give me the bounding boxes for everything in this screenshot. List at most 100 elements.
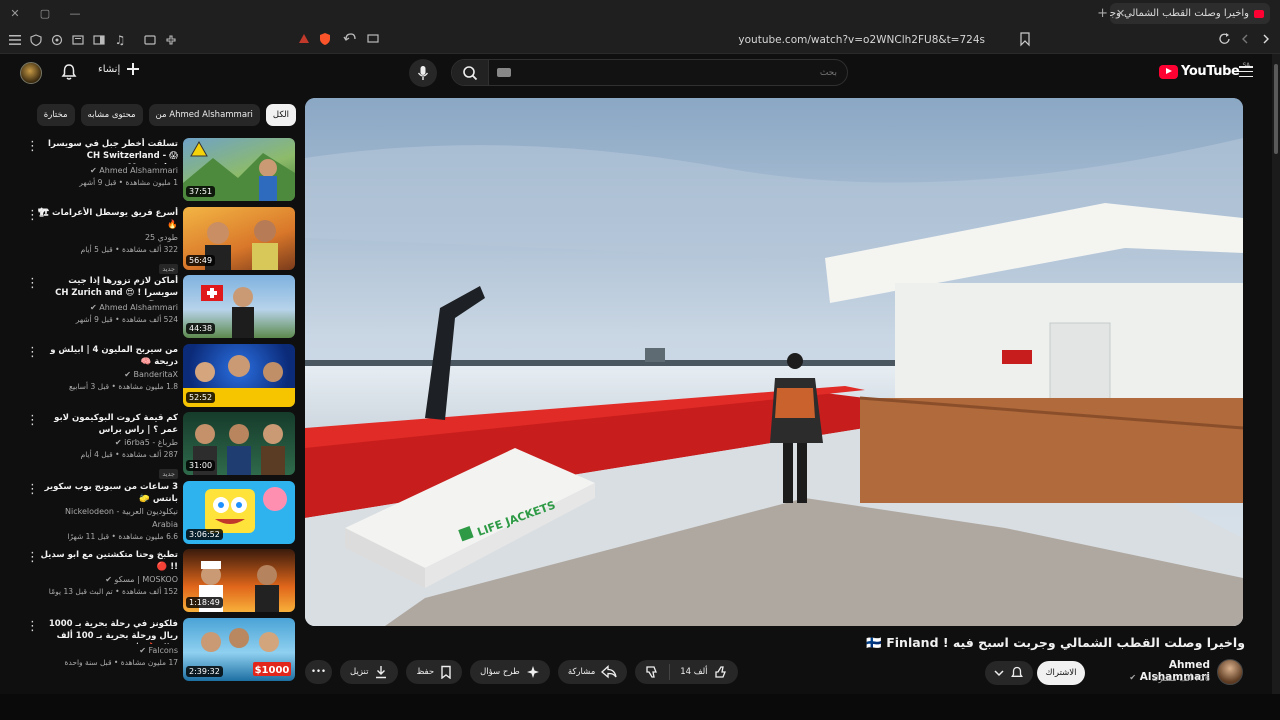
extensions-icon[interactable]: [161, 30, 181, 50]
scrollbar-thumb[interactable]: [1274, 64, 1278, 154]
reload-icon[interactable]: [1218, 31, 1232, 51]
cast-icon[interactable]: [366, 31, 380, 51]
notifications-bell-icon[interactable]: [60, 63, 78, 81]
channel-name[interactable]: Falcons: [148, 646, 178, 655]
ask-button[interactable]: طرح سؤال: [470, 660, 550, 684]
new-tab-button[interactable]: +: [1097, 6, 1108, 21]
create-button[interactable]: إنشاء: [98, 62, 140, 76]
subscribe-button[interactable]: الاشتراك: [1037, 661, 1085, 685]
video-title[interactable]: 3 ساعات من سبونج بوب سكوير بانتس 🧽: [38, 481, 178, 505]
more-options-icon[interactable]: ⋮: [26, 277, 39, 290]
chip-related[interactable]: محتوى مشابه: [80, 104, 143, 126]
tab-close-icon[interactable]: ✕: [1116, 7, 1125, 20]
logo-text: YouTube: [1181, 64, 1240, 79]
close-window-icon[interactable]: ✕: [0, 7, 30, 20]
channel-avatar[interactable]: [1217, 659, 1243, 685]
recommendations-list: ⋮ تسلقت أخطر جبل في سويسرا 😱 - CH Switze…: [20, 138, 296, 686]
channel-name[interactable]: نيكلوديون العربية - Nickelodeon Arabia: [65, 507, 178, 529]
settings-icon[interactable]: [47, 30, 67, 50]
channel-name[interactable]: طودي 25: [145, 233, 178, 242]
screenshot-icon[interactable]: [140, 30, 160, 50]
video-title[interactable]: كم قيمة كروت البوكيمون لابو عمر ؟ | راس …: [38, 412, 178, 436]
list-item[interactable]: ⋮ أماكن لازم تزورها إذا جيت سويسرا ! 😍 C…: [20, 275, 296, 344]
shield-icon[interactable]: [26, 30, 46, 50]
video-title[interactable]: من سيربح المليون 4 | ابيلش و دريحة 🧠: [38, 344, 178, 368]
search-bar[interactable]: [451, 59, 848, 86]
search-input[interactable]: [511, 67, 847, 78]
more-actions-button[interactable]: •••: [305, 660, 333, 684]
chip-from-channel[interactable]: من Ahmed Alshammari: [148, 104, 260, 126]
back-icon[interactable]: [1240, 31, 1250, 51]
list-item[interactable]: ⋮ كم قيمة كروت البوكيمون لابو عمر ؟ | را…: [20, 412, 296, 481]
brave-shield-icon[interactable]: [318, 31, 332, 51]
page-scrollbar[interactable]: [1272, 54, 1280, 694]
video-title[interactable]: تطبخ وحنا متكشتين مع ابو سديل !! 🔴: [38, 549, 178, 573]
search-button[interactable]: [452, 60, 489, 85]
more-options-icon[interactable]: ⋮: [26, 414, 39, 427]
chip-recommended[interactable]: مختارة: [36, 104, 75, 126]
verified-icon: ✔: [105, 575, 112, 584]
channel-name[interactable]: طرباغ - i6rba5: [124, 438, 178, 447]
video-title[interactable]: أسرع فريق يوسطل الأعرامات 🏗 🔥: [38, 207, 178, 231]
sidebar-icon[interactable]: [89, 30, 109, 50]
chip-all[interactable]: الكل: [265, 104, 296, 126]
video-title[interactable]: تسلقت أخطر جبل في سويسرا 😱 - CH Switzerl…: [38, 138, 178, 164]
undo-icon[interactable]: [343, 31, 357, 51]
more-options-icon[interactable]: ⋮: [26, 140, 39, 153]
list-item[interactable]: ⋮ فلكونز في رحلة بحرية بـ 1000 ريال ورحل…: [20, 617, 296, 687]
browser-tab-active[interactable]: ✕ واخيرا وصلت القطب الشمالي وجربت: [1110, 3, 1270, 24]
thumbs-down-icon: [646, 666, 658, 678]
more-options-icon[interactable]: ⋮: [26, 209, 39, 222]
svg-text:$1000: $1000: [255, 665, 290, 676]
share-button[interactable]: مشاركة: [557, 660, 628, 684]
video-actions: ••• تنزيل حفظ طرح سؤال مشاركة 14 ألف: [305, 660, 738, 684]
save-button[interactable]: حفظ: [406, 660, 463, 684]
video-title[interactable]: فلكونز في رحلة بحرية بـ 1000 ريال ورحلة …: [38, 618, 178, 644]
verified-icon: ✔: [124, 369, 131, 379]
video-player[interactable]: LIFE JACKETS: [305, 98, 1243, 626]
video-stats: 1.8 مليون مشاهدة • قبل 3 أسابيع: [69, 381, 178, 391]
list-item[interactable]: ⋮ تسلقت أخطر جبل في سويسرا 😱 - CH Switze…: [20, 138, 296, 207]
reader-icon[interactable]: [68, 30, 88, 50]
dislike-button[interactable]: [635, 665, 669, 679]
bookmark-icon[interactable]: [1019, 31, 1031, 51]
more-options-icon[interactable]: ⋮: [26, 620, 39, 633]
keyboard-icon[interactable]: [497, 68, 511, 77]
forward-icon[interactable]: [1261, 31, 1271, 51]
youtube-logo[interactable]: YouTube SA: [1159, 62, 1250, 79]
address-bar[interactable]: youtube.com/watch?v=o2WNClh2FU8&t=724s: [620, 34, 985, 46]
bottom-bar: [0, 694, 1280, 720]
voice-search-button[interactable]: [409, 59, 437, 87]
more-options-icon[interactable]: ⋮: [26, 346, 39, 359]
menu-icon[interactable]: [5, 30, 25, 50]
like-button[interactable]: 14 ألف: [669, 664, 737, 680]
share-label: مشاركة: [567, 667, 596, 677]
verified-icon: ✔: [139, 645, 146, 655]
plus-icon: [127, 63, 140, 75]
channel-name[interactable]: MOSKOO | مسكو: [115, 575, 178, 584]
guide-menu-icon[interactable]: [1239, 66, 1253, 78]
video-frame: LIFE JACKETS: [305, 98, 1243, 626]
channel-name[interactable]: Ahmed Alshammari: [99, 166, 178, 175]
video-title[interactable]: أماكن لازم تزورها إذا جيت سويسرا ! 😍 CH …: [38, 275, 178, 301]
video-stats: 524 ألف مشاهدة • قبل 9 أشهر: [75, 315, 178, 324]
notification-settings-button[interactable]: [985, 661, 1033, 685]
list-item[interactable]: ⋮ تطبخ وحنا متكشتين مع ابو سديل !! 🔴 MOS…: [20, 549, 296, 618]
maximize-window-icon[interactable]: ▢: [30, 7, 60, 20]
channel-name[interactable]: BanderitaX: [134, 370, 179, 379]
browser-titlebar: ✕ ▢ — + ✕ واخيرا وصلت القطب الشمالي وجرب…: [0, 0, 1280, 27]
account-avatar[interactable]: [20, 62, 42, 84]
verified-icon: ✔: [90, 303, 97, 312]
vpn-icon[interactable]: [298, 31, 310, 51]
channel-name[interactable]: Ahmed Alshammari: [99, 303, 178, 312]
duration-badge: 31:00: [186, 460, 216, 471]
minimize-window-icon[interactable]: —: [60, 7, 90, 20]
more-options-icon[interactable]: ⋮: [26, 551, 39, 564]
video-title-main: واخيرا وصلت القطب الشمالي وجربت اسبح فيه…: [866, 635, 1245, 650]
list-item[interactable]: ⋮ أسرع فريق يوسطل الأعرامات 🏗 🔥 طودي 25 …: [20, 206, 296, 276]
more-options-icon[interactable]: ⋮: [26, 483, 39, 496]
list-item[interactable]: ⋮ من سيربح المليون 4 | ابيلش و دريحة 🧠 B…: [20, 343, 296, 413]
music-icon[interactable]: ♫: [110, 30, 130, 50]
list-item[interactable]: ⋮ 3 ساعات من سبونج بوب سكوير بانتس 🧽 نيك…: [20, 480, 296, 550]
download-button[interactable]: تنزيل: [340, 660, 399, 684]
